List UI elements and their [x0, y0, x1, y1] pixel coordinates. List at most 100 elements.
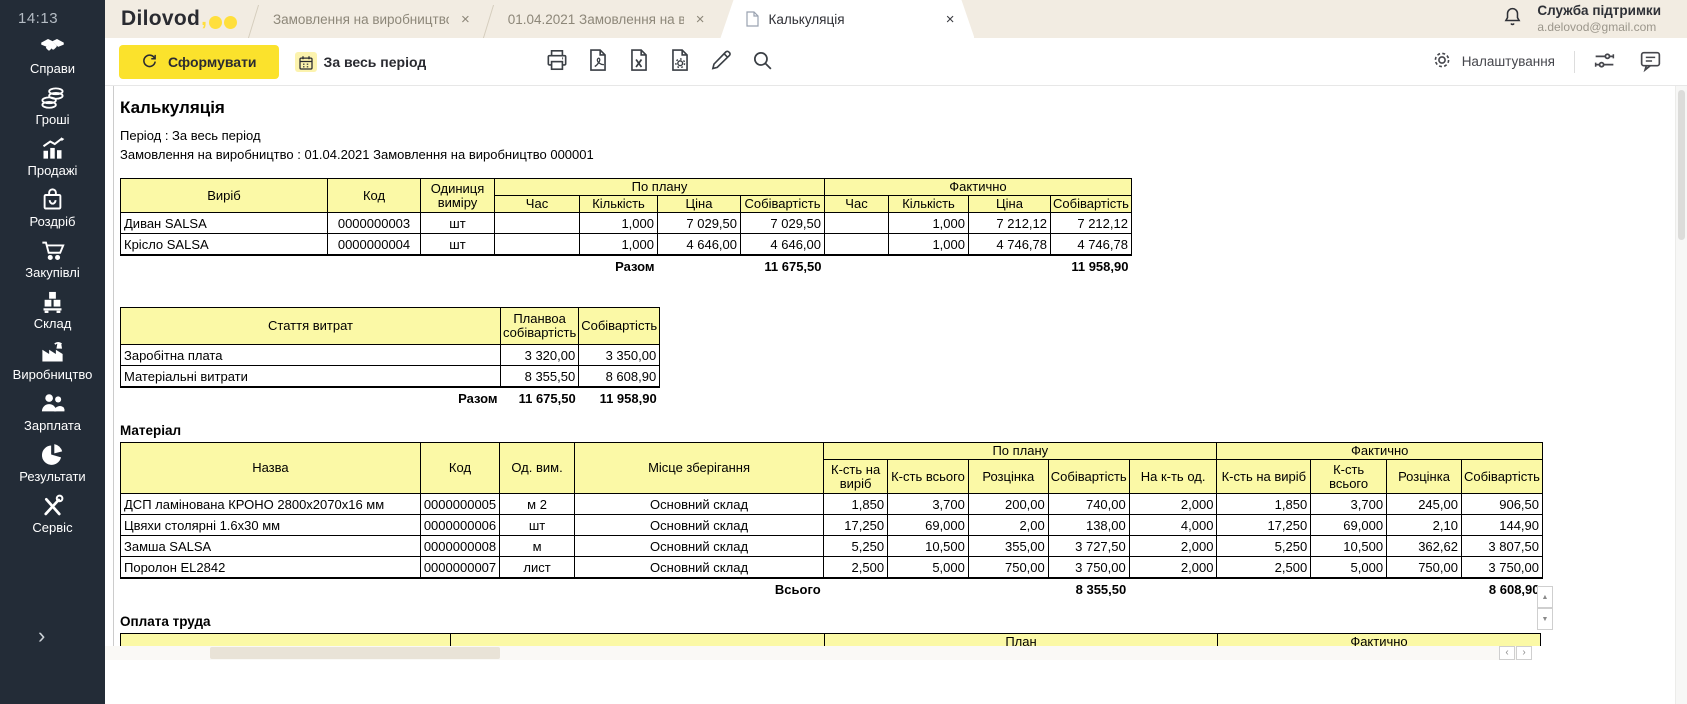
search-icon — [749, 47, 775, 76]
tabs: Замовлення на виробництво × 01.04.2021 З… — [251, 0, 975, 38]
cell: 7 212,12 — [1051, 213, 1132, 234]
cell: 2,000 — [1129, 494, 1217, 515]
sidebar-item-label: Справи — [30, 61, 75, 76]
materials-section-title: Матеріал — [120, 423, 1543, 438]
tab-orders[interactable]: Замовлення на виробництво × — [251, 0, 486, 38]
sidebar-item-vyrobnytstvo[interactable]: Виробництво — [0, 339, 105, 390]
scroll-up-arrow[interactable]: ▲ — [1537, 586, 1553, 608]
separator — [1574, 51, 1575, 73]
col-header: Од. вим. — [500, 443, 575, 494]
horizontal-scrollbar-thumb[interactable] — [210, 647, 500, 659]
chat-button[interactable] — [1634, 45, 1667, 78]
col-header: Собівартість — [1048, 460, 1129, 494]
cell: 10,500 — [1311, 536, 1387, 557]
cell — [495, 213, 580, 234]
window-scrollbar-thumb[interactable] — [1678, 90, 1685, 240]
table-row: ДСП ламінована КРОНО 2800х2070х16 мм 000… — [121, 494, 1543, 515]
dilovod-logo[interactable]: Dilovod, — [105, 0, 251, 38]
export-pdf-button[interactable] — [581, 45, 614, 78]
cell: 138,00 — [1048, 515, 1129, 536]
print-button[interactable] — [540, 45, 573, 78]
cell: Основний склад — [574, 515, 823, 536]
search-button[interactable] — [745, 45, 778, 78]
period-selector[interactable]: За весь період — [289, 51, 433, 73]
table-row: Диван SALSA 0000000003 шт 1,000 7 029,50… — [121, 213, 1132, 234]
col-header: Час — [495, 196, 580, 213]
cell: Основний склад — [574, 494, 823, 515]
sidebar-item-label: Гроші — [35, 112, 69, 127]
support-block[interactable]: Служба підтримки a.delovod@gmail.com — [1501, 0, 1687, 38]
employees-icon — [39, 390, 66, 417]
tab-label: Калькуляція — [768, 12, 933, 27]
cell: 362,62 — [1387, 536, 1462, 557]
cell: 4 746,78 — [1051, 234, 1132, 256]
col-header: На к-ть од. — [1129, 460, 1217, 494]
sidebar-item-servis[interactable]: Сервіс — [0, 492, 105, 543]
logo-text: Dilovod — [121, 7, 200, 31]
generate-button[interactable]: Сформувати — [119, 45, 279, 79]
tab-label: 01.04.2021 Замовлення на виро — [508, 12, 684, 27]
cell — [121, 578, 575, 600]
cell: 0000000007 — [420, 557, 499, 579]
document-settings-button[interactable] — [663, 45, 696, 78]
shopping-cart-icon — [39, 237, 66, 264]
toolbar-right: Налаштування — [1424, 45, 1687, 78]
cell: 3 750,00 — [1461, 557, 1542, 579]
tab-order-document[interactable]: 01.04.2021 Замовлення на виро × — [486, 0, 721, 38]
tab-calculation[interactable]: Калькуляція × — [720, 0, 974, 38]
col-header: Назва — [121, 443, 421, 494]
col-header: Розцінка — [968, 460, 1048, 494]
col-group-header: По плану — [495, 179, 825, 196]
scroll-right-arrow[interactable]: › — [1516, 646, 1532, 660]
sidebar-item-prodazhi[interactable]: Продажі — [0, 135, 105, 186]
calendar-icon — [295, 52, 317, 72]
sidebar-item-rezultaty[interactable]: Результати — [0, 441, 105, 492]
sidebar-item-rozdrib[interactable]: Роздріб — [0, 186, 105, 237]
sidebar-item-zarplata[interactable]: Зарплата — [0, 390, 105, 441]
sidebar-item-label: Результати — [19, 469, 85, 484]
cell: Поролон EL2842 — [121, 557, 421, 579]
cell — [825, 234, 889, 256]
sidebar-item-sklad[interactable]: Склад — [0, 288, 105, 339]
export-excel-button[interactable] — [622, 45, 655, 78]
horizontal-scrollbar[interactable]: ‹ › — [105, 646, 1532, 660]
settings-label: Налаштування — [1462, 54, 1555, 69]
cell: 0000000005 — [420, 494, 499, 515]
col-header: К-сть на виріб — [824, 460, 888, 494]
settings-button[interactable]: Налаштування — [1424, 47, 1561, 76]
report-period-line: Період : За весь період — [120, 128, 1543, 143]
cell — [824, 578, 1049, 600]
cell: 0000000003 — [328, 213, 421, 234]
report-page: Калькуляція Період : За весь період Замо… — [113, 86, 1543, 646]
sidebar-item-hroshi[interactable]: Гроші — [0, 84, 105, 135]
tab-close-icon[interactable]: × — [946, 12, 955, 27]
app-window: 14:13 Справи Гроші Продажі Роздріб Закуп… — [0, 0, 1687, 704]
cell: 2,500 — [824, 557, 888, 579]
totals-row: Всього 8 355,50 8 608,90 — [121, 578, 1543, 600]
col-group-header: Фактично — [1218, 634, 1541, 647]
scroll-down-arrow[interactable]: ▼ — [1537, 608, 1553, 630]
period-label: За весь період — [324, 54, 427, 70]
cell — [825, 255, 1051, 277]
filters-button[interactable] — [1588, 45, 1621, 78]
edit-button[interactable] — [704, 45, 737, 78]
cell: 7 029,50 — [741, 213, 825, 234]
sidebar-expand-chevron[interactable]: › — [0, 626, 105, 646]
totals-plan: 8 355,50 — [1048, 578, 1129, 600]
sidebar-item-zakupivli[interactable]: Закупівлі — [0, 237, 105, 288]
tab-close-icon[interactable]: × — [696, 12, 705, 27]
report-title: Калькуляція — [120, 98, 1543, 118]
cell: Основний склад — [574, 557, 823, 579]
sidebar-item-spravy[interactable]: Справи — [0, 33, 105, 84]
scroll-left-arrow[interactable]: ‹ — [1499, 646, 1515, 660]
col-group-header: Фактично — [825, 179, 1132, 196]
col-header: Працівник — [121, 634, 451, 647]
export-excel-icon — [626, 47, 652, 76]
cell: 3 727,50 — [1048, 536, 1129, 557]
main-area: Dilovod, Замовлення на виробництво × 01.… — [105, 0, 1687, 704]
tab-close-icon[interactable]: × — [461, 12, 470, 27]
col-header: Ціна — [658, 196, 741, 213]
toolbar-icon-group — [540, 45, 778, 78]
window-scrollbar[interactable] — [1675, 86, 1687, 704]
totals-label: Всього — [574, 578, 823, 600]
